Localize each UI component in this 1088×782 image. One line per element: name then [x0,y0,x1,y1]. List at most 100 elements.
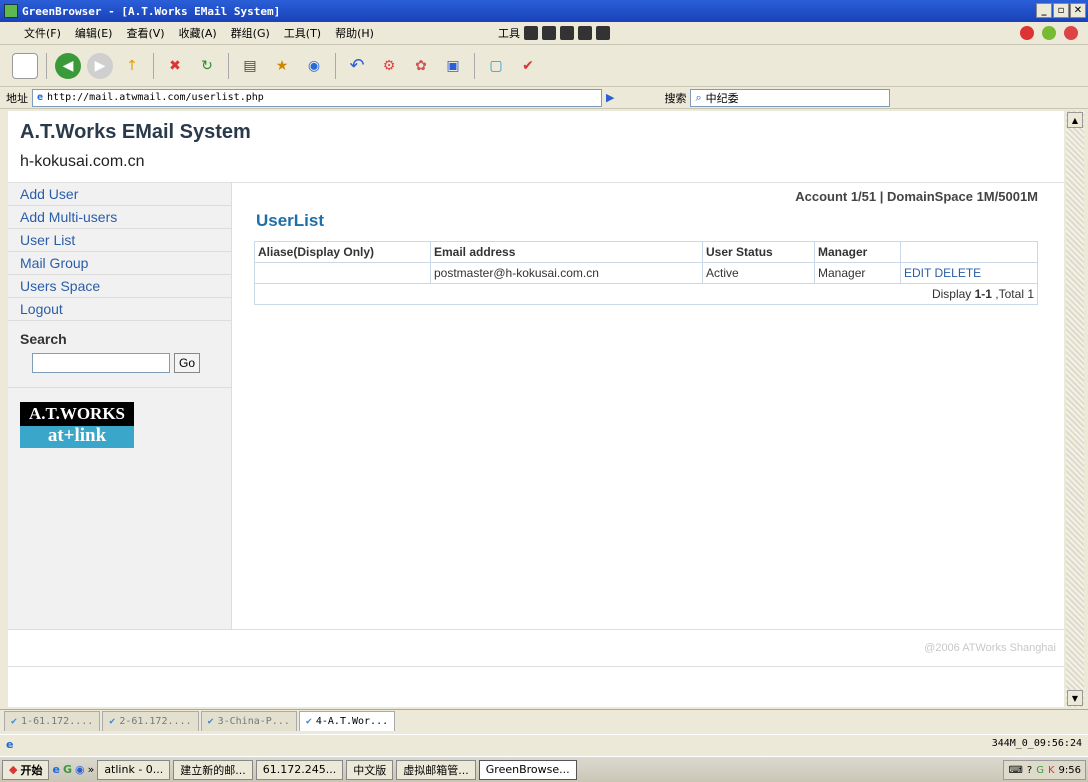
sidebar-item-user-list[interactable]: User List [8,229,231,252]
menu-groups[interactable]: 群组(G) [231,25,270,41]
stop-circle-icon[interactable] [1020,26,1034,40]
checklist-icon[interactable]: ✔ [515,53,541,79]
ie-quicklaunch-icon[interactable]: e [52,763,59,776]
scroll-down-arrow-icon[interactable]: ▼ [1067,690,1083,706]
taskbar-button-label: atlink - 0... [104,763,164,776]
vertical-scrollbar[interactable]: ▲ ▼ [1066,111,1084,707]
favorites-icon[interactable]: ★ [269,53,295,79]
sidebar-item-users-space[interactable]: Users Space [8,275,231,298]
cell-actions: EDIT DELETE [900,262,1038,284]
greenbrowser-tray-icon[interactable]: G [1036,765,1044,776]
delete-link[interactable]: DELETE [934,266,981,280]
scroll-up-arrow-icon[interactable]: ▲ [1067,112,1083,128]
minimize-button[interactable]: _ [1036,3,1052,18]
refresh-icon[interactable]: ↻ [194,53,220,79]
screenshot-icon[interactable]: ▢ [483,53,509,79]
taskbar-button[interactable]: 建立新的邮... [173,759,253,780]
keyboard-tray-icon[interactable]: ⌨ [1008,765,1022,776]
browser-tab-active[interactable]: ✔ 4-A.T.Wor... [298,711,396,731]
browser-tab-bar: ✔ 1-61.172.... ✔ 2-61.172.... ✔ 3-China-P..… [0,709,1088,731]
table-header-row: Aliase(Display Only) Email address User … [254,241,1038,263]
menu-view[interactable]: 查看(V) [126,25,164,41]
ico-tool-icon[interactable] [541,26,556,40]
quicklaunch-icon[interactable]: ◉ [75,763,85,776]
browser-tab[interactable]: ✔ 1-61.172.... [4,711,101,731]
greenbrowser-quicklaunch-icon[interactable]: G [63,763,72,776]
taskbar-button[interactable]: 61.172.245... [255,759,344,780]
taskbar-button-active[interactable]: GreenBrowse... [478,759,577,780]
antivirus-tray-icon[interactable]: K [1048,765,1055,776]
sidebar-item-logout[interactable]: Logout [8,298,231,321]
go-arrow-icon[interactable]: ▶ [606,91,614,104]
red-circle-icon[interactable] [1064,26,1078,40]
status-bar: e 344M_0_09:56:24 [0,734,1088,754]
start-label: 开始 [20,763,43,777]
new-page-icon[interactable] [12,52,38,79]
logo-bottom-text: at+link [20,426,134,448]
column-header-status: User Status [702,241,815,263]
page-icon[interactable]: ▤ [237,53,263,79]
browser-tab[interactable]: ✔ 2-61.172.... [102,711,199,731]
taskbar-button-label: 虚拟邮箱管... [403,763,469,777]
undo-icon[interactable]: ↶ [344,53,370,79]
address-bar: 地址 e http://mail.atwmail.com/userlist.ph… [0,87,1088,109]
menu-tools[interactable]: 工具(T) [284,25,321,41]
tools-icon[interactable]: ⚙ [376,53,402,79]
cell-email: postmaster@h-kokusai.com.cn [430,262,703,284]
ico-tool-icon[interactable] [559,26,574,40]
site-title: A.T.Works EMail System [20,121,251,143]
restore-button[interactable]: ▫ [1053,3,1069,18]
window-controls: _ ▫ ✕ [1036,3,1086,18]
save-icon[interactable]: ▣ [440,53,466,79]
address-input[interactable]: e http://mail.atwmail.com/userlist.php [32,88,602,107]
column-header-actions [900,241,1038,263]
ico-tool-icon[interactable] [577,26,592,40]
toolbar-separator [474,52,475,79]
start-button[interactable]: ◆ 开始 [2,759,50,780]
sidebar: Add User Add Multi-users User List Mail … [8,183,232,629]
green-circle-icon[interactable] [1042,26,1056,40]
ie-page-icon: e [37,92,44,103]
help-tray-icon[interactable]: ? [1027,765,1032,776]
web-page: A.T.Works EMail System h-kokusai.com.cn … [8,111,1064,707]
browser-tab[interactable]: ✔ 3-China-P... [200,711,297,731]
close-button[interactable]: ✕ [1070,3,1086,18]
tab-label: 2-61.172.... [119,716,192,727]
skin-icon[interactable]: ✿ [408,53,434,79]
edit-link[interactable]: EDIT [904,266,931,280]
stop-icon[interactable]: ✖ [162,53,188,79]
search-box: 搜索 ⌕ 中纪委 [664,88,891,107]
sidebar-divider [8,387,231,388]
menu-file[interactable]: 文件(F) [24,25,61,41]
menu-favorites[interactable]: 收藏(A) [179,25,217,41]
main-content: Account 1/51 | DomainSpace 1M/5001M User… [240,183,1056,629]
ico-tool-icon[interactable] [523,26,538,40]
ico-tool-icon[interactable] [595,26,610,40]
sidebar-item-add-multi-users[interactable]: Add Multi-users [8,206,231,229]
quicklaunch-more-icon[interactable]: » [88,763,95,776]
menu-right-icons [1020,26,1078,40]
taskbar-button[interactable]: 虚拟邮箱管... [396,759,476,780]
taskbar-button[interactable]: 中文版 [346,759,394,780]
search-label: 搜索 [664,91,687,105]
taskbar-button[interactable]: atlink - 0... [97,759,171,780]
address-url: http://mail.atwmail.com/userlist.php [47,92,264,103]
toolbar-separator [228,52,229,79]
globe-icon[interactable]: ◉ [301,53,327,79]
search-input[interactable] [32,353,170,373]
pagination-prefix: Display [931,287,975,301]
sidebar-item-add-user[interactable]: Add User [8,183,231,206]
column-header-manager: Manager [814,241,901,263]
browser-search-input[interactable]: ⌕ 中纪委 [690,88,891,107]
menu-help[interactable]: 帮助(H) [335,25,374,41]
go-button[interactable]: Go [174,353,200,373]
tab-label: 3-China-P... [217,716,290,727]
greenbrowser-app-icon [4,4,18,18]
windows-taskbar: ◆ 开始 e G ◉ » atlink - 0... 建立新的邮... 61.17… [0,756,1088,782]
back-icon[interactable]: ◀ [55,52,81,79]
sidebar-item-mail-group[interactable]: Mail Group [8,252,231,275]
up-folder-icon[interactable]: ↑ [119,53,145,79]
menu-edit[interactable]: 编辑(E) [75,25,113,41]
tab-check-icon: ✔ [11,716,18,727]
forward-icon[interactable]: ▶ [87,52,113,79]
